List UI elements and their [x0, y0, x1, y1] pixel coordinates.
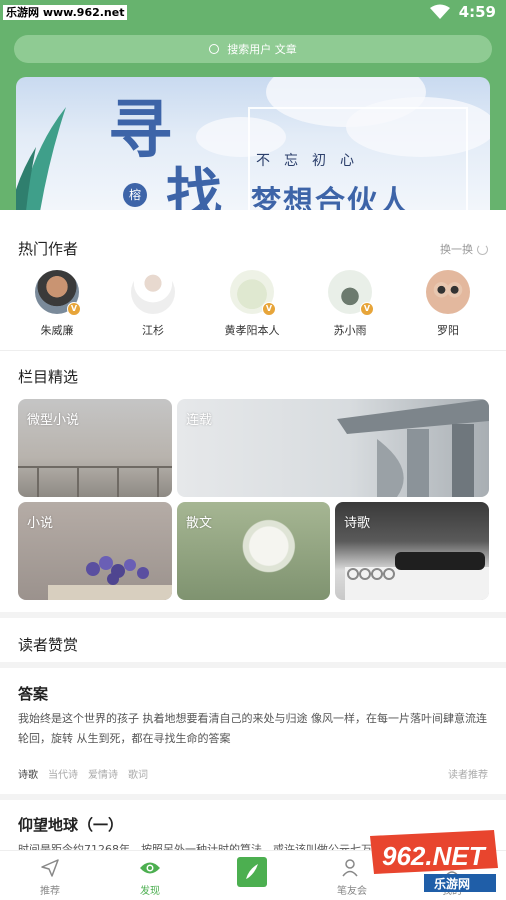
- author-name: 罗阳: [437, 324, 459, 337]
- search-placeholder: 搜索用户 文章: [227, 43, 297, 56]
- author-item[interactable]: V 朱威廉: [22, 270, 92, 338]
- refresh-button[interactable]: 换一换: [440, 241, 488, 257]
- nav-item-recommend[interactable]: 推荐: [10, 857, 90, 897]
- column-tile-novel[interactable]: 小说: [18, 502, 172, 600]
- railing-illustration: [18, 466, 172, 497]
- refresh-icon: [477, 243, 488, 255]
- eye-icon: [140, 862, 160, 874]
- section-gap: [0, 794, 506, 800]
- watermark-text: 962.NET: [382, 841, 487, 871]
- tile-label: 连载: [186, 413, 213, 428]
- author-name: 江杉: [142, 324, 164, 337]
- tag[interactable]: 歌词: [128, 766, 148, 781]
- author-item[interactable]: V 黄孝阳本人: [217, 270, 287, 338]
- tile-label: 诗歌: [344, 516, 371, 531]
- hot-authors-title: 热门作者: [18, 240, 79, 258]
- promo-banner[interactable]: 寻 找 榕 不忘初心 梦想合伙人: [16, 77, 490, 210]
- article-title[interactable]: 答案: [18, 683, 48, 704]
- columns-title: 栏目精选: [18, 368, 79, 386]
- banner-big-char-2: 找: [166, 162, 222, 210]
- wifi-icon: [429, 4, 450, 19]
- author-item[interactable]: 江杉: [118, 270, 188, 338]
- banner-headline: 梦想合伙人: [251, 185, 411, 210]
- send-icon: [41, 859, 59, 877]
- nav-label: 推荐: [40, 886, 60, 897]
- nav-item-write[interactable]: [212, 857, 292, 890]
- author-name: 朱威廉: [40, 324, 74, 337]
- divider: [0, 350, 506, 351]
- leaf-illustration: [16, 107, 66, 210]
- verified-icon: V: [360, 302, 374, 316]
- status-bar: 乐游网 www.962.net 4:59: [0, 0, 506, 28]
- search-bar[interactable]: 搜索用户 文章: [14, 35, 492, 63]
- tag[interactable]: 诗歌: [18, 766, 38, 781]
- tile-label: 散文: [186, 516, 213, 531]
- notebook-illustration: [345, 552, 489, 600]
- verified-icon: V: [262, 302, 276, 316]
- avatar: [131, 270, 175, 314]
- article-title[interactable]: 仰望地球（一）: [18, 814, 123, 835]
- reader-appreciation-title: 读者赞赏: [18, 636, 79, 654]
- site-watermark-logo: 962.NET 乐游网: [370, 830, 498, 892]
- banner-slogan: 不忘初心: [256, 153, 368, 169]
- search-icon: [209, 44, 220, 54]
- author-item[interactable]: 罗阳: [413, 270, 483, 338]
- recommend-label: 读者推荐: [448, 770, 488, 781]
- clock: 4:59: [458, 3, 496, 21]
- section-gap: [0, 612, 506, 618]
- avatar: V: [230, 270, 276, 316]
- write-icon: [237, 857, 267, 887]
- tag[interactable]: 当代诗: [48, 766, 78, 781]
- avatar: [426, 270, 470, 314]
- column-tile-poetry[interactable]: 诗歌: [335, 502, 489, 600]
- column-tile-prose[interactable]: 散文: [177, 502, 330, 600]
- tag-list: 诗歌 当代诗 爱情诗 歌词: [18, 766, 148, 781]
- site-label: 乐游网 www.962.net: [3, 5, 128, 20]
- author-item[interactable]: V 苏小雨: [315, 270, 385, 338]
- watermark-sub: 乐游网: [434, 876, 470, 891]
- banner-badge: 榕: [123, 183, 147, 207]
- avatar: V: [35, 270, 81, 316]
- banner-big-char-1: 寻: [108, 93, 172, 168]
- refresh-label: 换一换: [440, 243, 473, 256]
- tile-label: 微型小说: [27, 413, 80, 428]
- tag[interactable]: 爱情诗: [88, 766, 118, 781]
- tile-label: 小说: [27, 516, 54, 531]
- bridge-illustration: [337, 399, 489, 497]
- nav-item-discover[interactable]: 发现: [110, 857, 190, 897]
- article-excerpt[interactable]: 我始终是这个世界的孩子 执着地想要看清自己的来处与归途 像风一样，在每一片落叶间…: [18, 709, 490, 749]
- column-tile-serial[interactable]: 连载: [177, 399, 489, 497]
- column-tile-micro-fiction[interactable]: 微型小说: [18, 399, 172, 497]
- author-name: 苏小雨: [333, 324, 367, 337]
- verified-icon: V: [67, 302, 81, 316]
- flowers-illustration: [48, 556, 172, 600]
- section-gap: [0, 662, 506, 668]
- nav-label: 发现: [140, 886, 160, 897]
- users-icon: [342, 859, 358, 877]
- author-name: 黄孝阳本人: [224, 324, 280, 337]
- avatar: V: [328, 270, 374, 316]
